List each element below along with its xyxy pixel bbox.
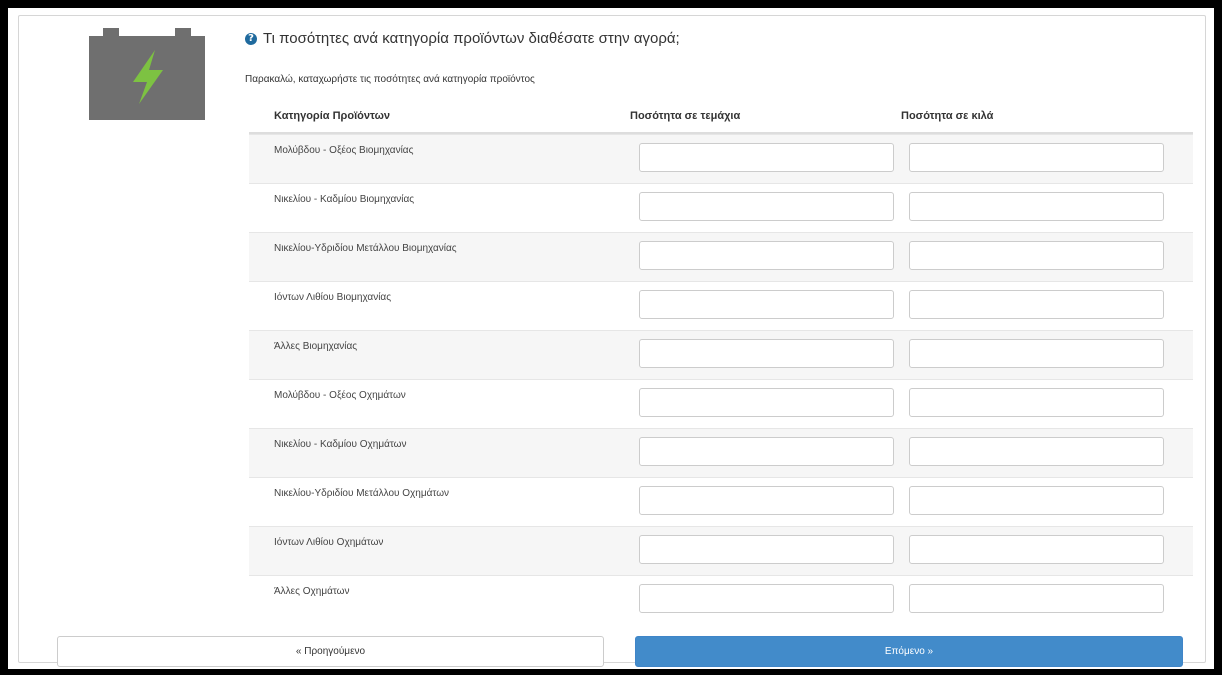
quantity-pieces-input[interactable] bbox=[639, 486, 894, 515]
quantity-pieces-input[interactable] bbox=[639, 584, 894, 613]
table-row: Ιόντων Λιθίου Βιομηχανίας bbox=[249, 281, 1193, 330]
header-kg: Ποσότητα σε κιλά bbox=[901, 110, 994, 122]
quantity-kg-input[interactable] bbox=[909, 290, 1164, 319]
table-row: Μολύβδου - Οξέος Οχημάτων bbox=[249, 379, 1193, 428]
table-row: Άλλες Βιομηχανίας bbox=[249, 330, 1193, 379]
header-category: Κατηγορία Προϊόντων bbox=[274, 110, 390, 122]
question-title: ? Τι ποσότητες ανά κατηγορία προϊόντων δ… bbox=[245, 30, 680, 47]
quantity-pieces-input[interactable] bbox=[639, 388, 894, 417]
quantity-kg-input[interactable] bbox=[909, 241, 1164, 270]
quantity-kg-input[interactable] bbox=[909, 584, 1164, 613]
table-row: Νικελίου - Καδμίου Βιομηχανίας bbox=[249, 183, 1193, 232]
question-text: Τι ποσότητες ανά κατηγορία προϊόντων δια… bbox=[263, 30, 680, 47]
quantity-pieces-input[interactable] bbox=[639, 339, 894, 368]
category-label: Νικελίου - Καδμίου Βιομηχανίας bbox=[274, 194, 415, 205]
instruction-text: Παρακαλώ, καταχωρήστε τις ποσότητες ανά … bbox=[245, 74, 535, 85]
form-panel: ? Τι ποσότητες ανά κατηγορία προϊόντων δ… bbox=[18, 15, 1206, 667]
next-button[interactable]: Επόμενο » bbox=[635, 636, 1183, 667]
header-pieces: Ποσότητα σε τεμάχια bbox=[630, 110, 741, 122]
category-label: Νικελίου - Καδμίου Οχημάτων bbox=[274, 439, 407, 450]
table-body: Μολύβδου - Οξέος Βιομηχανίας Νικελίου - Κ… bbox=[249, 134, 1193, 624]
page-frame: ? Τι ποσότητες ανά κατηγορία προϊόντων δ… bbox=[8, 8, 1214, 669]
category-label: Άλλες Οχημάτων bbox=[274, 586, 350, 597]
category-label: Ιόντων Λιθίου Οχημάτων bbox=[274, 537, 384, 548]
quantity-kg-input[interactable] bbox=[909, 339, 1164, 368]
quantity-kg-input[interactable] bbox=[909, 535, 1164, 564]
quantity-kg-input[interactable] bbox=[909, 143, 1164, 172]
quantity-kg-input[interactable] bbox=[909, 486, 1164, 515]
table-row: Μολύβδου - Οξέος Βιομηχανίας bbox=[249, 134, 1193, 183]
category-label: Άλλες Βιομηχανίας bbox=[274, 341, 358, 352]
quantity-pieces-input[interactable] bbox=[639, 535, 894, 564]
quantities-table: Κατηγορία Προϊόντων Ποσότητα σε τεμάχια … bbox=[249, 100, 1193, 624]
quantity-pieces-input[interactable] bbox=[639, 143, 894, 172]
question-icon: ? bbox=[245, 32, 257, 45]
table-row: Νικελίου-Υδριδίου Μετάλλου Βιομηχανίας bbox=[249, 232, 1193, 281]
table-row: Ιόντων Λιθίου Οχημάτων bbox=[249, 526, 1193, 575]
quantity-kg-input[interactable] bbox=[909, 437, 1164, 466]
quantity-pieces-input[interactable] bbox=[639, 437, 894, 466]
quantity-pieces-input[interactable] bbox=[639, 290, 894, 319]
quantity-pieces-input[interactable] bbox=[639, 241, 894, 270]
quantity-kg-input[interactable] bbox=[909, 192, 1164, 221]
category-label: Μολύβδου - Οξέος Οχημάτων bbox=[274, 390, 406, 401]
quantity-kg-input[interactable] bbox=[909, 388, 1164, 417]
previous-button[interactable]: « Προηγούμενο bbox=[57, 636, 604, 667]
category-label: Νικελίου-Υδριδίου Μετάλλου Βιομηχανίας bbox=[274, 243, 457, 254]
table-row: Νικελίου - Καδμίου Οχημάτων bbox=[249, 428, 1193, 477]
battery-icon bbox=[89, 28, 205, 120]
quantity-pieces-input[interactable] bbox=[639, 192, 894, 221]
table-row: Άλλες Οχημάτων bbox=[249, 575, 1193, 624]
category-label: Ιόντων Λιθίου Βιομηχανίας bbox=[274, 292, 392, 303]
category-label: Νικελίου-Υδριδίου Μετάλλου Οχημάτων bbox=[274, 488, 450, 499]
table-header: Κατηγορία Προϊόντων Ποσότητα σε τεμάχια … bbox=[249, 100, 1193, 134]
table-row: Νικελίου-Υδριδίου Μετάλλου Οχημάτων bbox=[249, 477, 1193, 526]
category-label: Μολύβδου - Οξέος Βιομηχανίας bbox=[274, 145, 414, 156]
